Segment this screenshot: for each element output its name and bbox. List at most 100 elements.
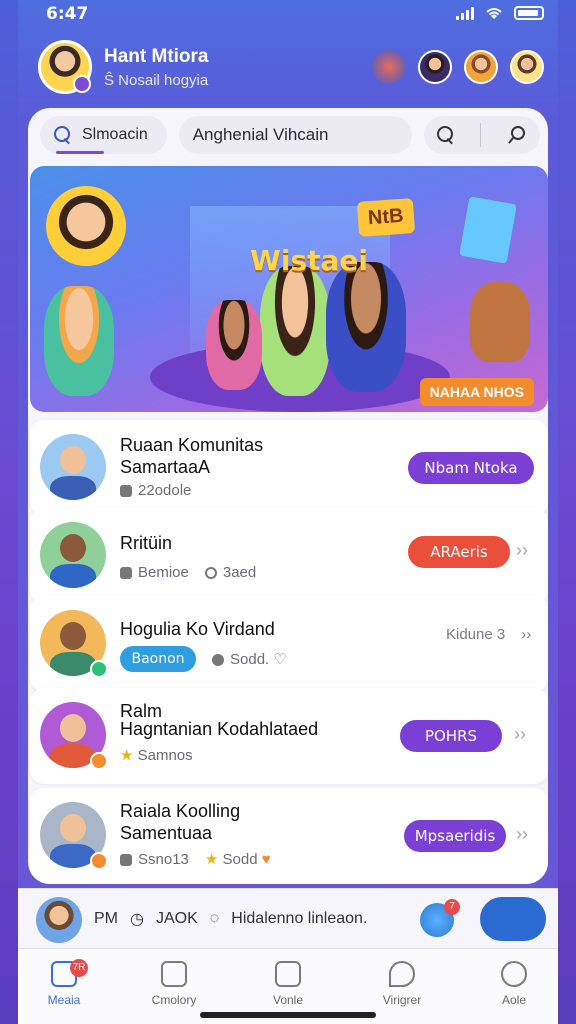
character-illustration: [46, 186, 126, 266]
row-meta: 22odole: [120, 482, 191, 499]
action-button[interactable]: ARAeris: [408, 536, 510, 568]
character-illustration: [326, 262, 406, 392]
book-illustration: [459, 196, 517, 264]
row-meta-value: Sodd: [222, 851, 258, 868]
signal-icon: [456, 6, 474, 20]
user-avatar[interactable]: [36, 897, 82, 943]
list-item[interactable]: Ralm Hagntanian Kodahlataed ★ Samnos POH…: [30, 688, 548, 784]
tab-label: Meaia: [47, 993, 81, 1007]
search-tab[interactable]: Slmoacin: [40, 116, 167, 154]
notification-badge: 7: [444, 899, 460, 915]
clock-icon: ◷: [130, 911, 144, 928]
friend-avatar[interactable]: [418, 50, 452, 84]
main-card: Slmoacin Anghenial Vihcain Wistaei NtB N…: [28, 108, 548, 884]
online-status-icon: [73, 75, 91, 93]
profile-subtitle: Ŝ Nosail hogyia: [104, 71, 209, 89]
members-icon: [120, 485, 132, 498]
row-meta: Bemioe 3aed: [120, 564, 256, 581]
phone-screen: 6:47 Hant Mtiora Ŝ Nosail hogyia Slmoaci…: [18, 0, 558, 1024]
status-bar: 6:47: [18, 0, 558, 32]
verified-icon: [90, 660, 108, 678]
star-icon: ★: [120, 747, 134, 764]
banner-tag: NAHAA NHOS: [419, 378, 534, 406]
divider: [480, 123, 482, 147]
row-meta-value: 3aed: [222, 564, 257, 581]
chat-icon: ◌: [209, 910, 220, 927]
action-button[interactable]: POHRS: [400, 720, 502, 752]
character-illustration: [260, 266, 330, 396]
home-indicator: [200, 1012, 376, 1018]
wifi-icon: [486, 8, 502, 19]
row-meta-value: Samnos: [137, 747, 193, 764]
search-icon: [54, 126, 72, 144]
search-input[interactable]: Anghenial Vihcain: [178, 116, 412, 154]
community-icon[interactable]: [372, 50, 406, 84]
row-meta-value: Bemioe: [138, 564, 189, 581]
notes-icon: [275, 961, 301, 987]
join-button[interactable]: Nbam Ntoka: [408, 452, 534, 484]
tab-messages[interactable]: Virigrer: [362, 961, 442, 1007]
heart-icon[interactable]: ♥: [262, 851, 271, 868]
character-illustration: [44, 286, 114, 396]
status-icons: [456, 6, 544, 20]
tab-label: Cmolory: [151, 993, 197, 1007]
badge-icon: [90, 852, 108, 870]
activity-time: PM: [94, 910, 118, 927]
row-meta: Baonon Sodd. ♡: [120, 646, 287, 672]
list-item[interactable]: Raiala Koolling Samentuaa Ssno13 ★ Sodd …: [30, 788, 548, 884]
row-title: Ruaan Komunitas: [120, 435, 264, 455]
row-title: Hogulia Ko Virdand: [120, 619, 275, 639]
row-side-value: Kidune 3: [446, 626, 506, 643]
search-input-value: Anghenial Vihcain: [192, 125, 329, 144]
chevron-right-icon[interactable]: ››: [516, 540, 528, 561]
community-avatar: [40, 522, 106, 588]
tab-label: Virigrer: [382, 993, 422, 1007]
row-title: Rritüin: [120, 533, 173, 553]
activity-message: Hidalenno linleaon.: [231, 910, 368, 927]
chevron-right-icon[interactable]: ››: [516, 824, 528, 845]
profile-header[interactable]: Hant Mtiora Ŝ Nosail hogyia: [38, 40, 209, 94]
search-icon[interactable]: [436, 126, 455, 144]
activity-text: PM ◷ JAOK ◌ Hidalenno linleaon.: [94, 909, 367, 929]
chevron-right-icon: ››: [521, 626, 532, 643]
friend-avatar[interactable]: [464, 50, 498, 84]
shield-icon: [120, 853, 132, 866]
bear-mascot-illustration: [470, 282, 530, 362]
row-subtitle: Hagntanian Kodahlataed: [120, 719, 319, 739]
action-button[interactable]: Mpsaeridis: [404, 820, 506, 852]
banner-sign: NtB: [356, 198, 415, 237]
friends-pill[interactable]: [480, 897, 546, 941]
row-meta: Ssno13 ★ Sodd ♥: [120, 850, 271, 868]
character-illustration: [206, 300, 262, 390]
list-item[interactable]: Hogulia Ko Virdand Baonon Sodd. ♡ Kidune…: [30, 596, 548, 692]
row-side-text[interactable]: Kidune 3 ››: [446, 626, 531, 643]
tab-home[interactable]: 7R Meaia: [24, 959, 104, 1007]
tab-label: Aole: [501, 993, 527, 1007]
row-meta-value: Ssno13: [138, 850, 189, 868]
row-meta: ★ Samnos: [120, 746, 193, 764]
tab-profile[interactable]: Aole: [474, 961, 554, 1007]
friend-avatar[interactable]: [510, 50, 544, 84]
heart-icon[interactable]: ♡: [273, 651, 286, 668]
status-time: 6:47: [46, 4, 89, 24]
featured-banner[interactable]: Wistaei NtB NAHAA NHOS: [30, 166, 548, 412]
tab-category[interactable]: Cmolory: [134, 961, 214, 1007]
user-avatar[interactable]: [38, 40, 92, 94]
row-subtitle: Samentuaa: [120, 823, 213, 843]
search-row: Slmoacin Anghenial Vihcain: [40, 116, 540, 156]
row-meta-value: 22odole: [138, 482, 192, 499]
search-actions: [423, 116, 540, 154]
star-icon: ★: [204, 851, 219, 868]
community-avatar: [40, 434, 106, 500]
profile-icon: [501, 961, 527, 987]
category-tag[interactable]: Baonon: [120, 646, 196, 672]
chat-icon: [389, 961, 415, 987]
chevron-right-icon[interactable]: ››: [514, 724, 526, 745]
list-item[interactable]: Rritüin Bemioe 3aed ARAeris ››: [30, 508, 548, 604]
list-item[interactable]: Ruaan Komunitas SamartaaA 22odole Nbam N…: [30, 420, 548, 516]
refresh-icon[interactable]: [507, 125, 527, 145]
tab-notes[interactable]: Vonle: [248, 961, 328, 1007]
badge-icon: [90, 752, 108, 770]
battery-icon: [514, 6, 544, 20]
link-icon: [204, 567, 217, 580]
